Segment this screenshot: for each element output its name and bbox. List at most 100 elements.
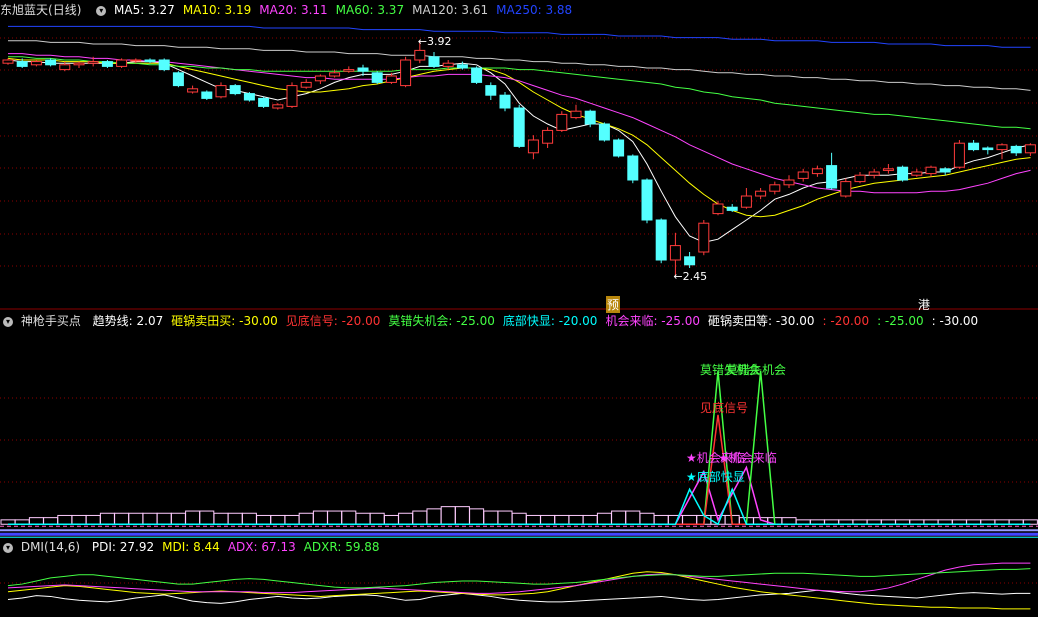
candle-body [712,203,724,215]
signal-bar [199,510,215,525]
signal-bar [611,510,627,525]
candle-body [314,75,326,82]
signal-bar [298,512,314,525]
signal-bar [554,514,570,525]
high-price-label: ←3.92 [418,35,452,48]
candle-body [584,110,596,125]
candle-body [1010,145,1022,154]
signal-bar [625,510,641,525]
signal-bar [483,510,499,525]
candle-body [215,85,227,98]
candle-body [953,142,965,168]
candle-body [769,184,781,192]
candle-body [655,219,667,261]
candle-body [613,139,625,157]
signal-bar [128,512,144,525]
signal-bar [540,514,556,525]
signal-bar [355,512,371,525]
signal-bar [383,514,399,525]
dmi-legend: ▾ DMI(14,6) PDI: 27.92 MDI: 8.44 ADX: 67.1… [0,538,388,556]
candle-body [868,171,880,176]
signal-bar [369,512,385,525]
signal-bar [682,514,698,525]
candle-body [740,195,752,208]
signal-bar [270,514,286,525]
candle-body [272,104,284,109]
candle-body [513,107,525,147]
dmi-label-1: MDI: 8.44 [162,540,220,554]
candle-body [527,139,539,154]
candle-body [385,75,397,83]
candle-body [641,179,653,221]
candle-body [73,62,85,66]
candle-body [158,59,170,71]
signal-bar [426,508,442,525]
candle-body [400,59,412,87]
candle-body [371,72,383,83]
candle-body [684,256,696,266]
signal-bar [57,514,73,525]
ma-line-ma5 [7,59,1031,243]
candle-body [45,59,57,66]
signal-series-1 [8,371,1031,525]
signal-bar [284,514,300,525]
signal-bar [327,510,343,525]
low-price-label: ←2.45 [673,270,707,283]
candle-body [59,64,71,71]
candle-body [911,171,923,176]
candle-body [598,123,610,141]
signal-bar [114,512,130,525]
candle-body [996,144,1008,151]
collapse-icon[interactable]: ▾ [3,542,13,553]
candle-body [726,206,738,211]
candle-body [16,61,28,67]
candle-body [556,113,568,131]
candle-body [882,168,894,171]
dmi-label-0: PDI: 27.92 [91,540,155,554]
candle-body [897,166,909,181]
candle-body [343,69,355,72]
candle-body [471,67,483,83]
dmi-legend-items: PDI: 27.92 MDI: 8.44 ADX: 67.13 ADXR: 59.88 [92,540,388,554]
candle-body [982,147,994,151]
signal-bar [99,512,115,525]
candle-body [854,174,866,183]
candle-body [258,97,270,107]
signal-bar [71,514,87,525]
candle-body [811,168,823,175]
signal-bar [440,506,456,525]
signal-bar [142,512,158,525]
marker-yu: 预 [606,296,621,313]
dmi-chart [0,562,1038,610]
candle-body [669,245,681,261]
signal-chart: 莫错失机会莫错失机会见底信号★机会来临★机会来临★底部快显 [0,362,1038,538]
signal-bar [28,517,44,525]
signal-bar [653,514,669,525]
candle-body [172,72,184,87]
dmi-title: DMI(14,6) [20,540,81,554]
candle-body [925,166,937,175]
candle-body [485,85,497,96]
candle-body [826,165,838,189]
signal-bar [412,510,428,525]
signal-bar [185,510,201,525]
signal-series-0 [8,465,1031,525]
signal-bar [596,512,612,525]
signal-annotation-5: ★底部快显 [686,469,745,484]
candle-body [698,222,710,253]
signal-bar [511,512,527,525]
signal-bar [241,512,257,525]
candle-body [1024,144,1036,154]
signal-bar [213,512,229,525]
signal-bar [568,514,584,525]
ma-line-ma250 [8,25,1031,48]
signal-bar [312,510,328,525]
candle-body [87,61,99,64]
candle-body [30,61,42,66]
candle-body [797,171,809,179]
candle-body [442,62,454,67]
candle-body [570,110,582,119]
signal-bar [256,514,272,525]
signal-bar [398,512,414,525]
candle-body [243,93,255,101]
